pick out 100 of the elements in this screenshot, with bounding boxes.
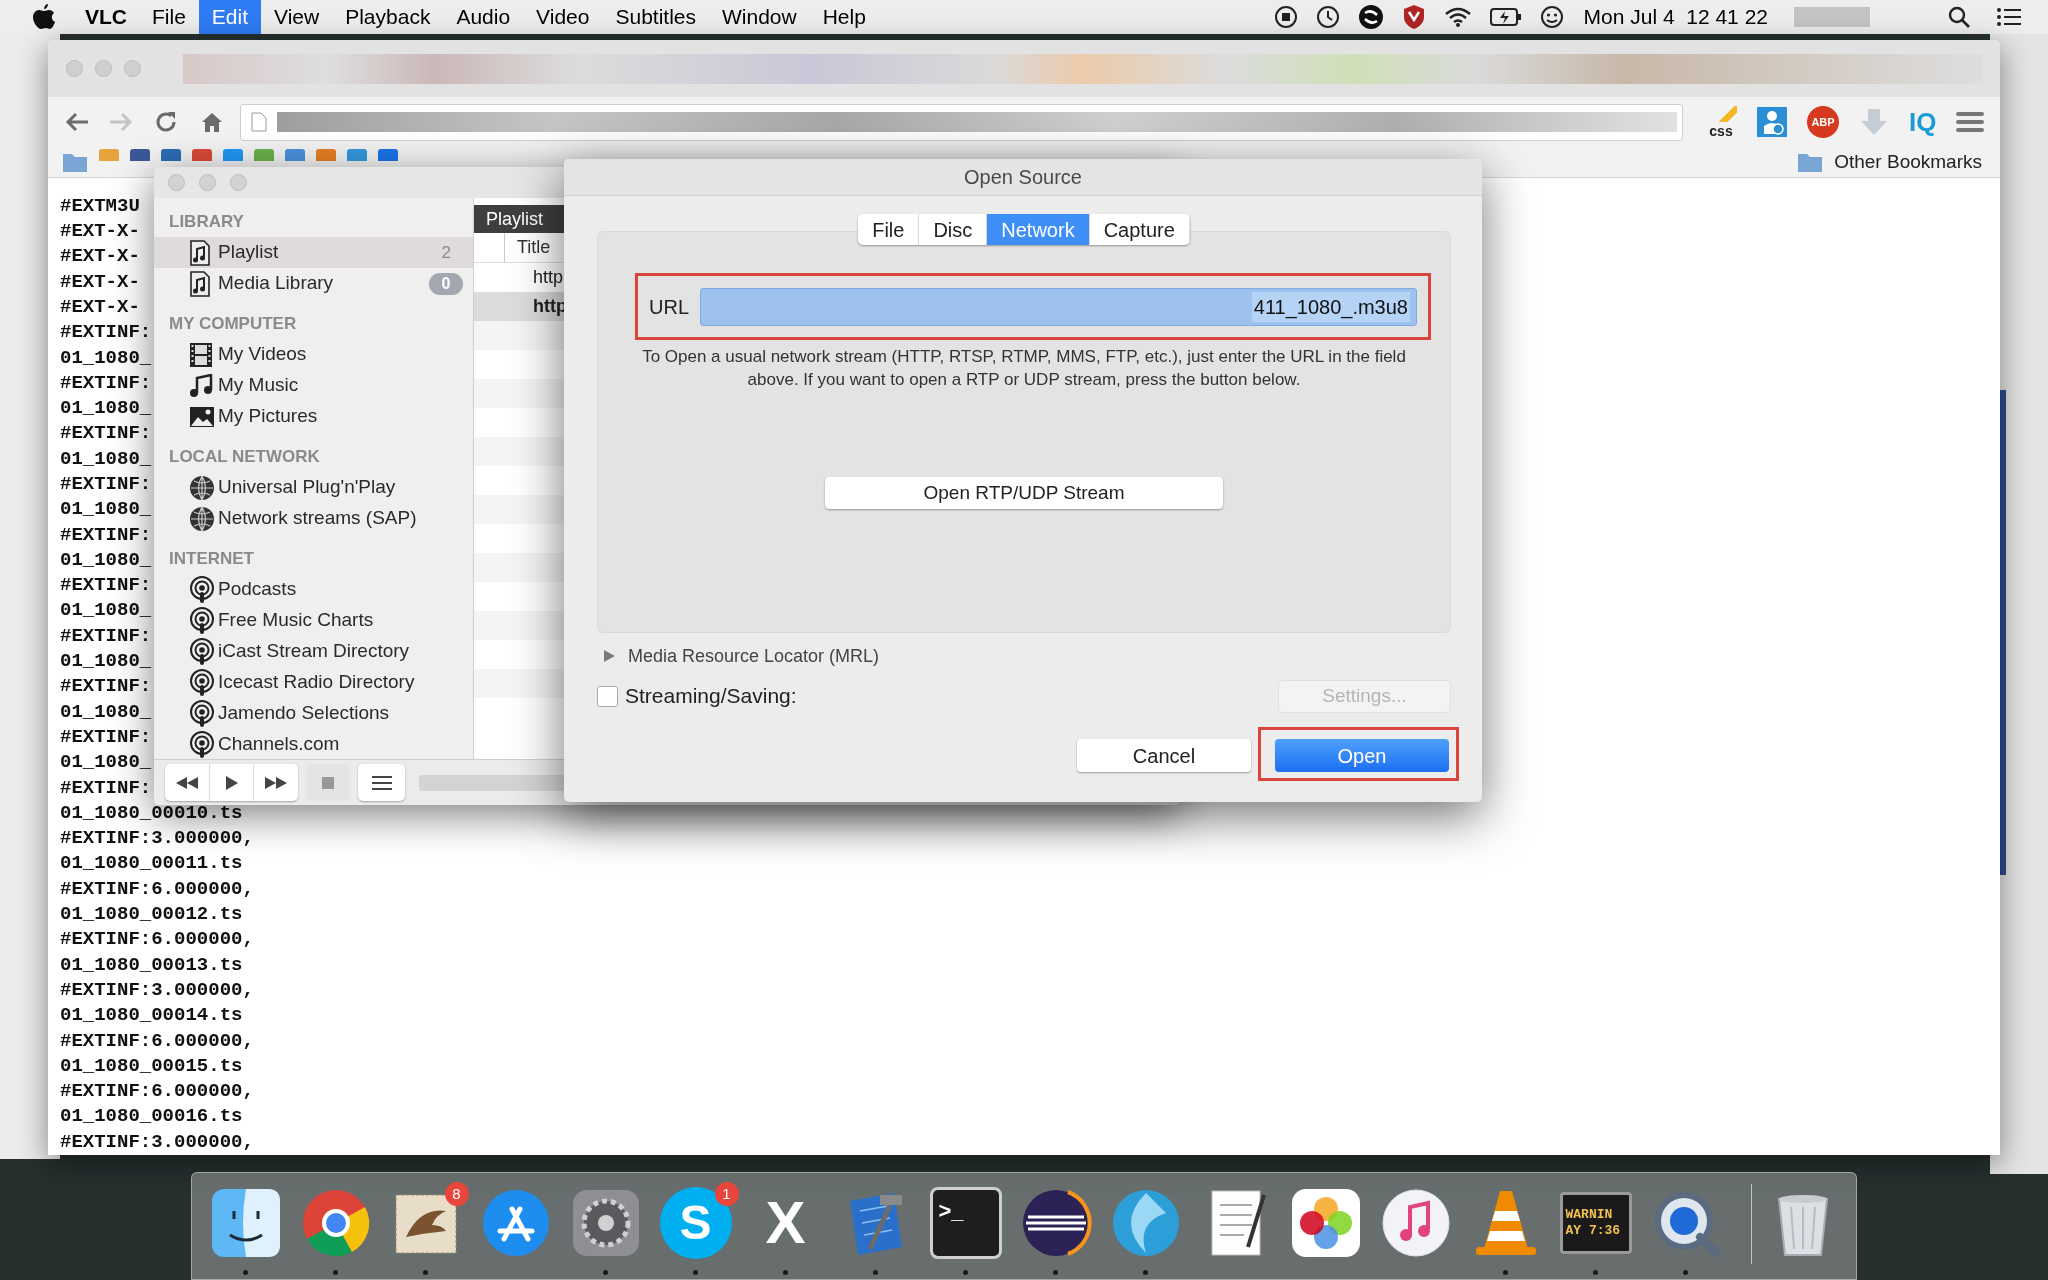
bookmark-favicon[interactable] [347, 149, 367, 162]
text-line: #EXTINF: [60, 371, 152, 394]
mrl-label[interactable]: Media Resource Locator (MRL) [628, 642, 880, 670]
battery-icon[interactable] [1489, 7, 1522, 27]
sidebar-item[interactable]: Network streams (SAP) [154, 503, 473, 534]
menu-item[interactable]: Window [709, 0, 810, 34]
music-note-icon[interactable] [1379, 1187, 1452, 1259]
url-field[interactable]: 411_1080_.m3u8 [700, 287, 1417, 326]
sidebar-item[interactable]: iCast Stream Directory [154, 636, 473, 667]
podcast-icon [189, 606, 215, 635]
podcast-icon [189, 637, 215, 666]
text-line: #EXT-X- [60, 270, 140, 293]
sidebar-heading: LOCAL NETWORK [169, 445, 320, 468]
text-line: #EXTINF: [60, 776, 152, 799]
face-icon[interactable] [1539, 5, 1564, 29]
text-line: #EXTINF: [60, 624, 152, 647]
menu-item[interactable]: Video [523, 0, 603, 34]
sidebar-heading: LIBRARY [169, 210, 244, 233]
text-line: 01_1080_ [60, 498, 152, 521]
shield-icon[interactable] [1401, 4, 1426, 30]
address-bar[interactable] [240, 103, 1683, 141]
menu-item[interactable]: Help [809, 0, 879, 34]
sidebar-item[interactable]: Universal Plug'n'Play [154, 472, 473, 503]
sidebar-heading: INTERNET [169, 547, 254, 570]
text-line: #EXTINF:3.000000, [60, 1130, 254, 1153]
home-icon[interactable] [200, 111, 224, 134]
terminal-prompt-icon[interactable]: >_ [929, 1187, 1002, 1259]
text-line: #EXT-X- [60, 220, 140, 242]
sidebar-item[interactable]: Jamendo Selections [154, 698, 473, 729]
flower-icon[interactable] [1289, 1187, 1362, 1259]
text-line: #EXT-X- [60, 245, 140, 268]
picture-icon [189, 405, 215, 428]
sidebar-item[interactable]: Podcasts [154, 574, 473, 605]
sidebar-item[interactable]: My Pictures [154, 401, 473, 432]
menu-item[interactable]: Audio [443, 0, 524, 34]
column-header[interactable]: Title [505, 234, 551, 261]
back-icon[interactable] [64, 111, 90, 134]
bookmark-favicon[interactable] [192, 149, 212, 162]
sidebar-item[interactable]: Media Library 0 [154, 268, 473, 299]
page-icon [251, 112, 267, 133]
text-line: #EXT-X- [60, 295, 140, 318]
sidebar-heading: MY COMPUTER [169, 312, 297, 335]
console-screen-icon[interactable]: WARNIN AY 7:36 [1559, 1192, 1632, 1254]
dialog-button[interactable]: Open [1275, 739, 1449, 772]
sidebar-item[interactable]: My Videos [154, 339, 473, 370]
playlist-toggle-button[interactable] [358, 764, 405, 801]
sidebar-item[interactable]: My Music [154, 370, 473, 401]
disclosure-triangle[interactable] [602, 649, 616, 663]
menu-icon[interactable] [1956, 110, 1985, 135]
bookmark-favicon[interactable] [130, 149, 150, 162]
text-line: #EXTINF:6.000000, [60, 1029, 254, 1052]
sidebar-item[interactable]: Playlist 2 [154, 237, 473, 268]
record-icon[interactable] [1273, 5, 1298, 29]
text-line: #EXTINF: [60, 675, 152, 698]
text-line: 01_1080_ [60, 548, 152, 571]
menu-clock[interactable]: Mon Jul 4 12 41 22 [1583, 1, 1768, 33]
clock-icon[interactable] [1315, 5, 1340, 29]
bookmark-favicon[interactable] [378, 149, 398, 162]
menu-item[interactable]: File [139, 0, 199, 34]
other-bookmarks-link[interactable]: Other Bookmarks [1834, 147, 1982, 177]
playlist-title: Playlist [486, 207, 543, 231]
sidebar-item[interactable]: Icecast Radio Directory [154, 667, 473, 698]
reload-icon[interactable] [154, 110, 178, 135]
stop-icon [322, 776, 334, 789]
text-line: #EXTINF:6.000000, [60, 877, 254, 900]
dialog-button[interactable]: Cancel [1077, 739, 1251, 772]
text-line: 01_1080_00014.ts [60, 1004, 243, 1027]
music-file-icon [189, 239, 211, 266]
smiling-face-icon[interactable] [209, 1187, 282, 1259]
menu-item[interactable]: View [261, 0, 333, 34]
person-extension-icon[interactable] [1757, 107, 1787, 138]
globe-icon [189, 474, 215, 501]
text-line: 01_1080_00016.ts [60, 1105, 243, 1128]
sidebar-item[interactable]: Channels.com [154, 729, 473, 760]
menu-item[interactable]: Subtitles [602, 0, 709, 34]
help-text: To Open a usual network stream (HTTP, RTSP, RTMP, MMS, FTP, etc.), just enter the URL in the field above. If you want to open a RTP or UDP stream, press the button below. [641, 346, 1407, 391]
bookmark-favicon[interactable] [285, 149, 305, 162]
sidebar-item[interactable]: Free Music Charts [154, 605, 473, 636]
letter-x-icon[interactable]: X [749, 1187, 822, 1259]
text-line: 01_1080_ [60, 650, 152, 673]
text-line: #EXTINF:3.000000, [60, 978, 254, 1001]
search-icon[interactable] [1948, 6, 1970, 28]
abp-extension-button[interactable]: ABP [1807, 106, 1839, 139]
streaming-checkbox[interactable] [597, 685, 618, 707]
app-menu[interactable]: VLC [73, 1, 139, 33]
swirl-icon[interactable] [1357, 4, 1384, 30]
apple-icon[interactable] [33, 4, 55, 30]
url-label: URL [649, 294, 689, 320]
menu-item[interactable]: Edit [198, 0, 262, 34]
text-line: #EXTINF:6.000000, [60, 928, 254, 951]
bookmark-favicon[interactable] [223, 149, 243, 162]
podcast-icon [189, 730, 215, 759]
text-line: #EXTINF:6.000000, [60, 1080, 254, 1103]
menu-item[interactable]: Playback [332, 0, 444, 34]
bookmark-favicon[interactable] [161, 149, 181, 162]
open-rtp-udp-stream-button[interactable]: Open RTP/UDP Stream [825, 477, 1223, 509]
globe-icon [189, 505, 215, 532]
menu-list-icon[interactable] [1996, 7, 2022, 27]
music-note-icon [189, 373, 213, 398]
wifi-icon[interactable] [1443, 6, 1472, 28]
